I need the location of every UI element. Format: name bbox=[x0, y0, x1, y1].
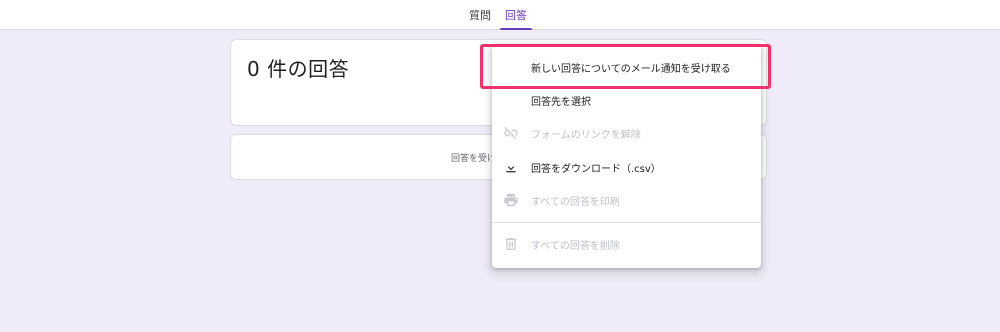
more-options-menu: 新しい回答についてのメール通知を受け取る 回答先を選択 フォームのリンクを解除 … bbox=[492, 44, 761, 268]
menu-item-email-notifications[interactable]: 新しい回答についてのメール通知を受け取る bbox=[492, 51, 761, 83]
top-bar: 質問 回答 bbox=[0, 0, 1000, 30]
print-icon bbox=[504, 194, 518, 206]
link-off-icon bbox=[504, 127, 518, 139]
tab-questions[interactable]: 質問 bbox=[464, 0, 496, 30]
trash-icon bbox=[505, 238, 517, 250]
menu-item-label: フォームのリンクを解除 bbox=[531, 129, 641, 141]
menu-item-select-destination[interactable]: 回答先を選択 bbox=[492, 84, 761, 116]
tab-responses[interactable]: 回答 bbox=[500, 0, 532, 30]
menu-item-label: 回答をダウンロード（.csv） bbox=[531, 163, 661, 175]
menu-item-label: 新しい回答についてのメール通知を受け取る bbox=[531, 63, 731, 75]
tab-responses-label: 回答 bbox=[505, 9, 527, 22]
menu-divider bbox=[492, 222, 761, 223]
download-icon bbox=[506, 161, 516, 173]
menu-item-download-csv[interactable]: 回答をダウンロード（.csv） bbox=[492, 151, 761, 183]
menu-item-delete-all: すべての回答を削除 bbox=[492, 228, 761, 260]
response-count: 0 件の回答 bbox=[247, 57, 350, 81]
menu-item-label: すべての回答を削除 bbox=[531, 240, 620, 252]
menu-item-label: すべての回答を印刷 bbox=[531, 196, 620, 208]
menu-item-label: 回答先を選択 bbox=[531, 96, 591, 108]
menu-item-unlink-form: フォームのリンクを解除 bbox=[492, 117, 761, 149]
active-tab-indicator bbox=[500, 28, 532, 30]
menu-item-print-all: すべての回答を印刷 bbox=[492, 184, 761, 216]
